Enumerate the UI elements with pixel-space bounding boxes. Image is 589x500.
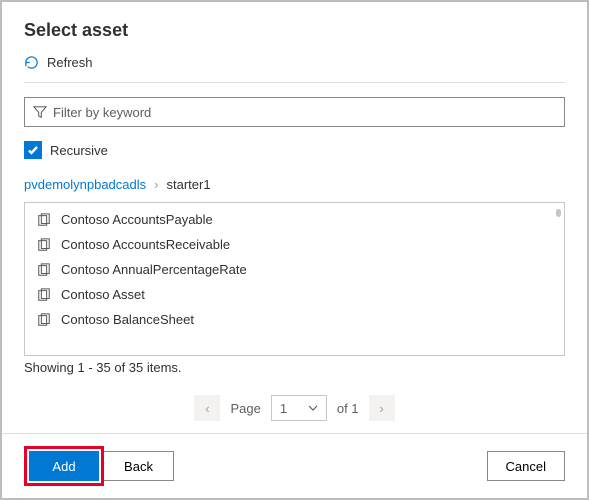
pager-next-button[interactable]: ›: [369, 395, 395, 421]
dialog-footer: Add Back Cancel: [2, 433, 587, 498]
asset-list: Contoso AccountsPayable Contoso Accounts…: [24, 202, 565, 356]
chevron-right-icon: ›: [154, 177, 158, 192]
list-item[interactable]: Contoso AccountsReceivable: [25, 232, 564, 257]
refresh-icon: [24, 55, 39, 70]
asset-name: Contoso AnnualPercentageRate: [61, 262, 247, 277]
add-button-highlight: Add: [24, 446, 104, 486]
back-button[interactable]: Back: [104, 451, 174, 481]
list-item[interactable]: Contoso AccountsPayable: [25, 207, 564, 232]
pager-page-label: Page: [230, 401, 260, 416]
list-item[interactable]: Contoso BalanceSheet: [25, 307, 564, 332]
pager-prev-button[interactable]: ‹: [194, 395, 220, 421]
filter-input[interactable]: [53, 105, 556, 120]
list-item[interactable]: Contoso Asset: [25, 282, 564, 307]
check-icon: [27, 144, 39, 156]
pager-page-select[interactable]: 1: [271, 395, 327, 421]
asset-name: Contoso AccountsReceivable: [61, 237, 230, 252]
filter-icon: [33, 105, 47, 119]
asset-name: Contoso Asset: [61, 287, 145, 302]
asset-icon: [37, 313, 51, 327]
breadcrumb-current: starter1: [166, 177, 210, 192]
cancel-button[interactable]: Cancel: [487, 451, 565, 481]
asset-name: Contoso AccountsPayable: [61, 212, 213, 227]
refresh-button[interactable]: Refresh: [24, 55, 565, 83]
asset-icon: [37, 263, 51, 277]
asset-name: Contoso BalanceSheet: [61, 312, 194, 327]
status-text: Showing 1 - 35 of 35 items.: [24, 360, 565, 375]
chevron-down-icon: [308, 403, 318, 413]
add-button[interactable]: Add: [29, 451, 99, 481]
dialog-title: Select asset: [24, 20, 565, 41]
asset-icon: [37, 213, 51, 227]
recursive-checkbox[interactable]: [24, 141, 42, 159]
asset-icon: [37, 288, 51, 302]
pager-of-label: of 1: [337, 401, 359, 416]
pager: ‹ Page 1 of 1 ›: [24, 395, 565, 421]
filter-field[interactable]: [24, 97, 565, 127]
scrollbar-thumb[interactable]: [556, 209, 561, 217]
list-item[interactable]: Contoso AnnualPercentageRate: [25, 257, 564, 282]
refresh-label: Refresh: [47, 55, 93, 70]
asset-icon: [37, 238, 51, 252]
breadcrumb: pvdemolynpbadcadls › starter1: [24, 177, 565, 192]
recursive-label: Recursive: [50, 143, 108, 158]
pager-current-page: 1: [280, 401, 287, 416]
breadcrumb-root[interactable]: pvdemolynpbadcadls: [24, 177, 146, 192]
